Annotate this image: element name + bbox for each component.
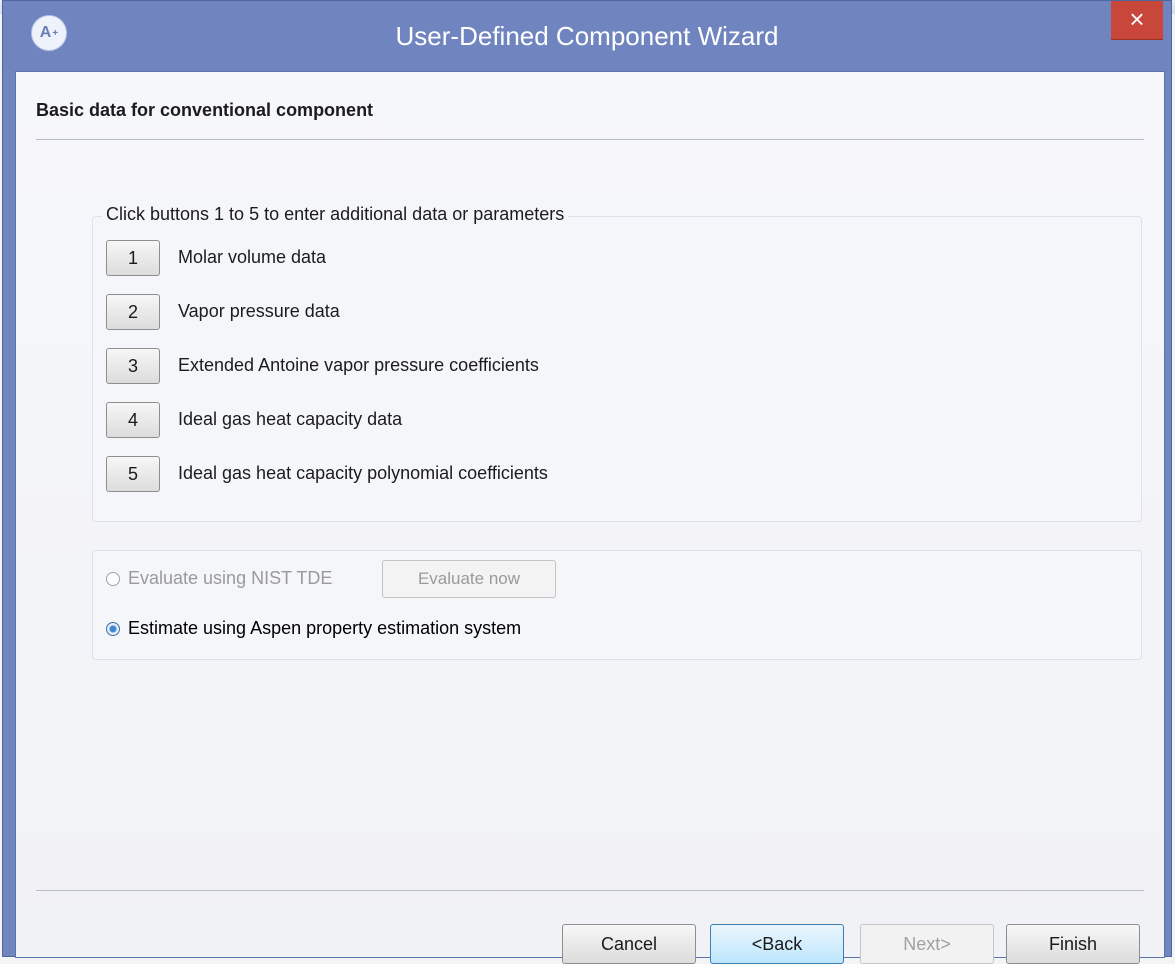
nist-tde-label: Evaluate using NIST TDE: [128, 568, 333, 588]
aspen-estimation-label: Estimate using Aspen property estimation…: [128, 618, 522, 638]
vapor-pressure-button[interactable]: 2: [106, 294, 160, 330]
estimation-method-group: [92, 550, 1142, 660]
close-button[interactable]: ×: [1111, 1, 1163, 40]
title-bar[interactable]: A + User-Defined Component Wizard ×: [3, 1, 1171, 71]
molar-volume-button[interactable]: 1: [106, 240, 160, 276]
molar-volume-label: Molar volume data: [178, 247, 327, 267]
next-button[interactable]: Next>: [860, 924, 994, 964]
nist-tde-radio[interactable]: [106, 572, 120, 586]
antoine-coefficients-button[interactable]: 3: [106, 348, 160, 384]
window-title: User-Defined Component Wizard: [395, 20, 779, 51]
cancel-button[interactable]: Cancel: [562, 924, 696, 964]
heat-capacity-polynomial-label: Ideal gas heat capacity polynomial coeff…: [178, 463, 548, 483]
evaluate-now-button[interactable]: Evaluate now: [382, 560, 556, 598]
antoine-coefficients-label: Extended Antoine vapor pressure coeffici…: [178, 355, 539, 375]
vapor-pressure-label: Vapor pressure data: [178, 301, 340, 321]
heat-capacity-data-button[interactable]: 4: [106, 402, 160, 438]
wizard-client-area: Basic data for conventional component Cl…: [15, 71, 1165, 964]
heat-capacity-polynomial-button[interactable]: 5: [106, 456, 160, 492]
data-entry-group-legend: Click buttons 1 to 5 to enter additional…: [102, 204, 569, 225]
heat-capacity-data-label: Ideal gas heat capacity data: [178, 409, 403, 429]
aspen-estimation-radio[interactable]: [106, 622, 120, 636]
finish-button[interactable]: Finish: [1006, 924, 1140, 964]
footer-divider: [36, 890, 1144, 891]
header-divider: [36, 139, 1144, 140]
wizard-window: A + User-Defined Component Wizard × Basic…: [2, 0, 1172, 964]
page-title: Basic data for conventional component: [36, 100, 374, 120]
back-button[interactable]: <Back: [710, 924, 844, 964]
